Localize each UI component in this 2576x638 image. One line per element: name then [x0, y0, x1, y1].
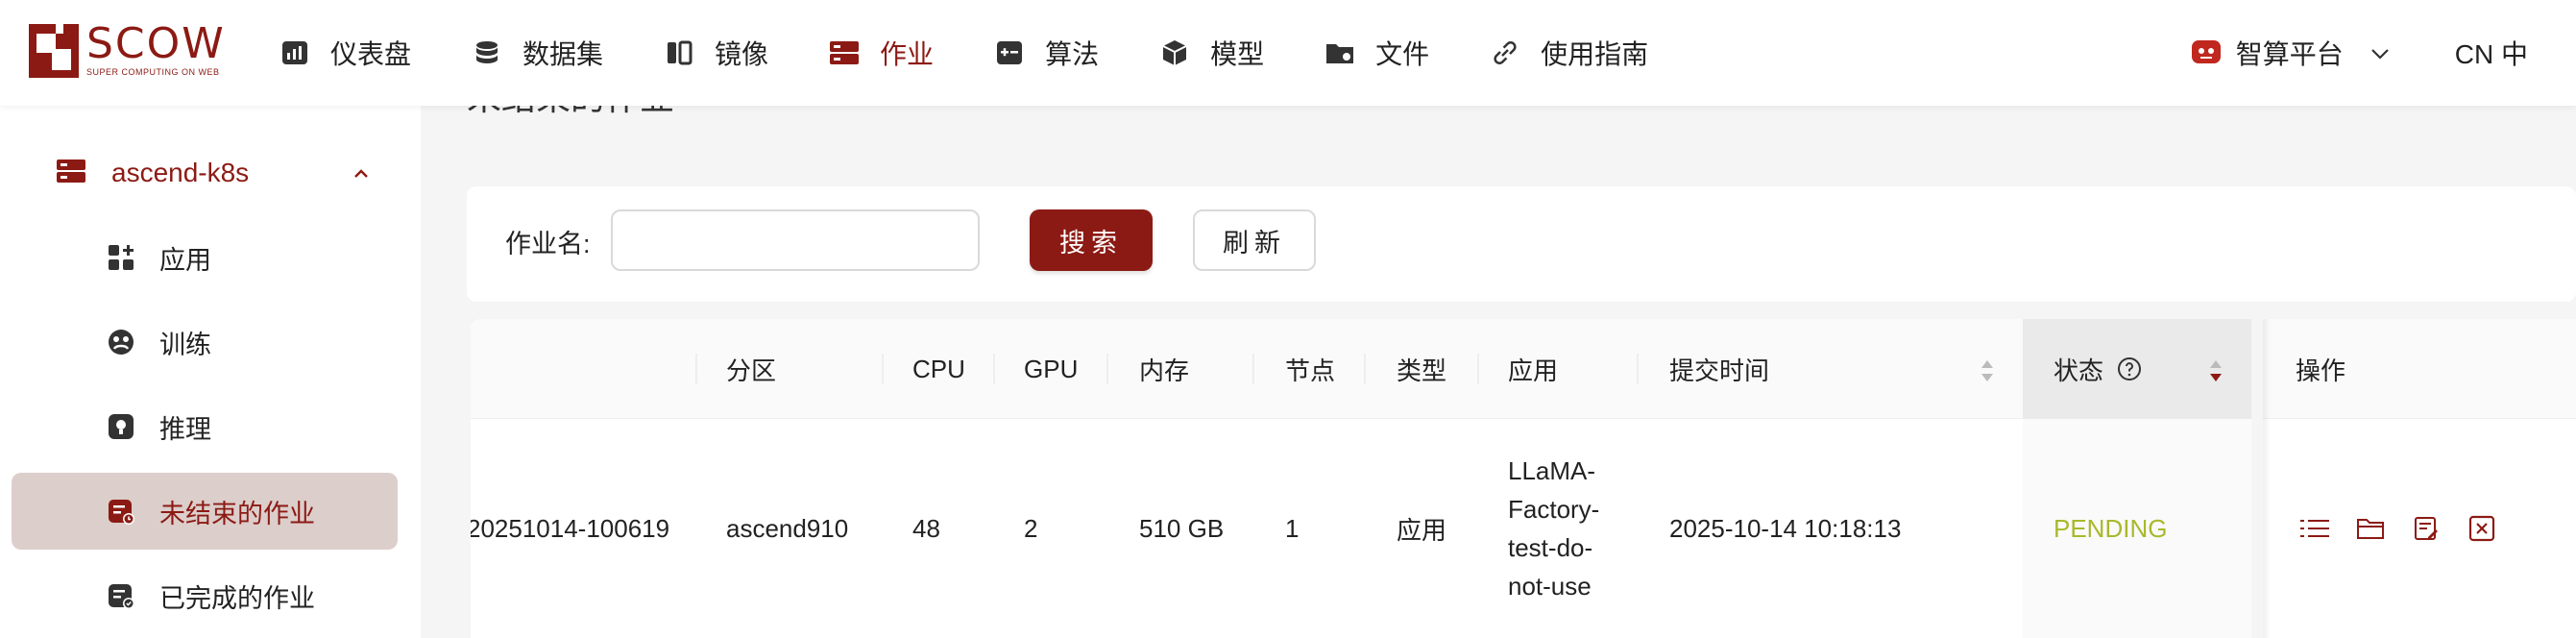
apps-icon [106, 242, 136, 273]
col-label: 提交时间 [1669, 356, 1770, 385]
col-actions: 操作 [2296, 356, 2346, 385]
dashboard-icon [279, 37, 311, 69]
nav-label: 模型 [1210, 39, 1265, 69]
platform-name: 智算平台 [2235, 39, 2344, 69]
brand-name: SCOW [86, 19, 226, 68]
top-header: SCOW SUPER COMPUTING ON WEB 仪表盘 数据集 镜像 作… [0, 0, 2576, 106]
edit-note-icon[interactable] [2409, 511, 2443, 546]
nav-jobs[interactable]: 作业 [828, 34, 934, 72]
help-icon[interactable] [2117, 356, 2142, 381]
jobs-icon [828, 37, 861, 69]
robot-icon [2190, 37, 2223, 69]
cell-type: 应用 [1397, 515, 1447, 545]
cancel-job-icon[interactable] [2465, 511, 2499, 546]
fixed-column-divider [2251, 319, 2263, 638]
finished-jobs-icon [106, 580, 136, 611]
col-status[interactable]: 状态 [2023, 319, 2251, 419]
cell-partition: ascend910 [726, 513, 849, 543]
col-label: 状态 [2054, 356, 2104, 385]
nav-label: 仪表盘 [330, 39, 412, 69]
scow-logo[interactable]: SCOW SUPER COMPUTING ON WEB [29, 19, 226, 81]
inference-icon [106, 411, 136, 442]
chevron-down-icon [2369, 41, 2392, 64]
cell-status: PENDING [2023, 419, 2251, 638]
job-name-input[interactable] [611, 209, 980, 271]
col-submit-time[interactable]: 提交时间 [1669, 319, 1996, 419]
cell-job-name: 20251014-100619 [471, 513, 670, 543]
nav-images[interactable]: 镜像 [663, 34, 768, 72]
sidebar-item-label: 训练 [159, 330, 211, 359]
status-badge: PENDING [2054, 513, 2168, 543]
sort-desc-icon [2207, 357, 2224, 391]
col-type: 类型 [1397, 356, 1447, 385]
col-memory: 内存 [1139, 356, 1190, 385]
cluster-name: ascend-k8s [111, 158, 250, 187]
cell-submit-time: 2025-10-14 10:18:13 [1669, 513, 1902, 543]
nav-label: 数据集 [522, 39, 604, 69]
sidebar: ascend-k8s 应用 训练 推理 未结束的作业 已完成的作业 [0, 106, 421, 638]
search-card: 作业名: 搜索 刷新 [467, 186, 2576, 302]
cell-app: LLaMA- Factory- test-do- not-use [1508, 419, 1599, 638]
sidebar-item-running-jobs[interactable]: 未结束的作业 [12, 473, 398, 550]
cluster-icon [56, 157, 88, 189]
col-cpu: CPU [912, 354, 965, 383]
job-name-label: 作业名: [505, 230, 591, 258]
chevron-up-icon [350, 161, 373, 184]
sidebar-item-label: 推理 [159, 414, 211, 444]
running-jobs-icon [106, 496, 136, 527]
app-line: Factory- [1508, 495, 1600, 524]
nav-label: 算法 [1045, 39, 1100, 69]
sidebar-item-finished-jobs[interactable]: 已完成的作业 [12, 557, 398, 634]
sort-icon [1979, 357, 1996, 391]
nav-label: 作业 [880, 39, 935, 69]
col-app: 应用 [1508, 356, 1559, 385]
sidebar-item-label: 未结束的作业 [159, 499, 315, 528]
cell-nodes: 1 [1285, 513, 1300, 543]
search-button[interactable]: 搜索 [1030, 209, 1153, 271]
nav-label: 使用指南 [1541, 39, 1649, 69]
cube-icon [1158, 37, 1191, 69]
nav-dashboard[interactable]: 仪表盘 [279, 34, 411, 72]
nav-guide[interactable]: 使用指南 [1489, 34, 1648, 72]
cell-actions [2297, 419, 2520, 638]
algorithm-icon [993, 37, 1026, 69]
cell-gpu: 2 [1024, 513, 1038, 543]
app-line: not-use [1508, 572, 1592, 601]
database-icon [471, 37, 503, 69]
link-icon [1489, 37, 1521, 69]
sidebar-item-label: 已完成的作业 [159, 583, 315, 613]
col-nodes: 节点 [1285, 356, 1336, 385]
folder-icon [1324, 37, 1356, 69]
list-icon[interactable] [2297, 511, 2332, 546]
brand-tagline: SUPER COMPUTING ON WEB [86, 67, 220, 77]
scow-logo-mark [29, 20, 79, 80]
col-gpu: GPU [1024, 354, 1079, 383]
nav-label: 镜像 [715, 39, 769, 69]
col-partition: 分区 [726, 356, 777, 385]
training-icon [106, 327, 136, 357]
sidebar-item-training[interactable]: 训练 [12, 304, 398, 380]
platform-switcher[interactable]: 智算平台 [2190, 34, 2392, 72]
sidebar-item-label: 应用 [159, 245, 211, 275]
folder-open-icon[interactable] [2353, 511, 2388, 546]
sidebar-item-inference[interactable]: 推理 [12, 388, 398, 465]
nav-algorithms[interactable]: 算法 [993, 34, 1099, 72]
nav-label: 文件 [1375, 39, 1430, 69]
language-switcher[interactable]: CN 中 [2455, 34, 2528, 72]
jobs-table: 分区 CPU GPU 内存 节点 类型 应用 提交时间 状态 操作 202510… [471, 319, 2576, 638]
cell-memory: 510 GB [1139, 513, 1225, 543]
cell-cpu: 48 [912, 513, 940, 543]
nav-files[interactable]: 文件 [1324, 34, 1429, 72]
nav-models[interactable]: 模型 [1158, 34, 1264, 72]
refresh-button[interactable]: 刷新 [1193, 209, 1316, 271]
app-line: test-do- [1508, 533, 1593, 562]
sidebar-cluster-ascend-k8s[interactable]: ascend-k8s [56, 154, 373, 192]
main-nav: 仪表盘 数据集 镜像 作业 算法 模型 文件 使用指南 [279, 0, 1708, 106]
nav-datasets[interactable]: 数据集 [471, 34, 603, 72]
image-icon [663, 37, 695, 69]
app-line: LLaMA- [1508, 456, 1596, 485]
sidebar-item-apps[interactable]: 应用 [12, 219, 398, 296]
